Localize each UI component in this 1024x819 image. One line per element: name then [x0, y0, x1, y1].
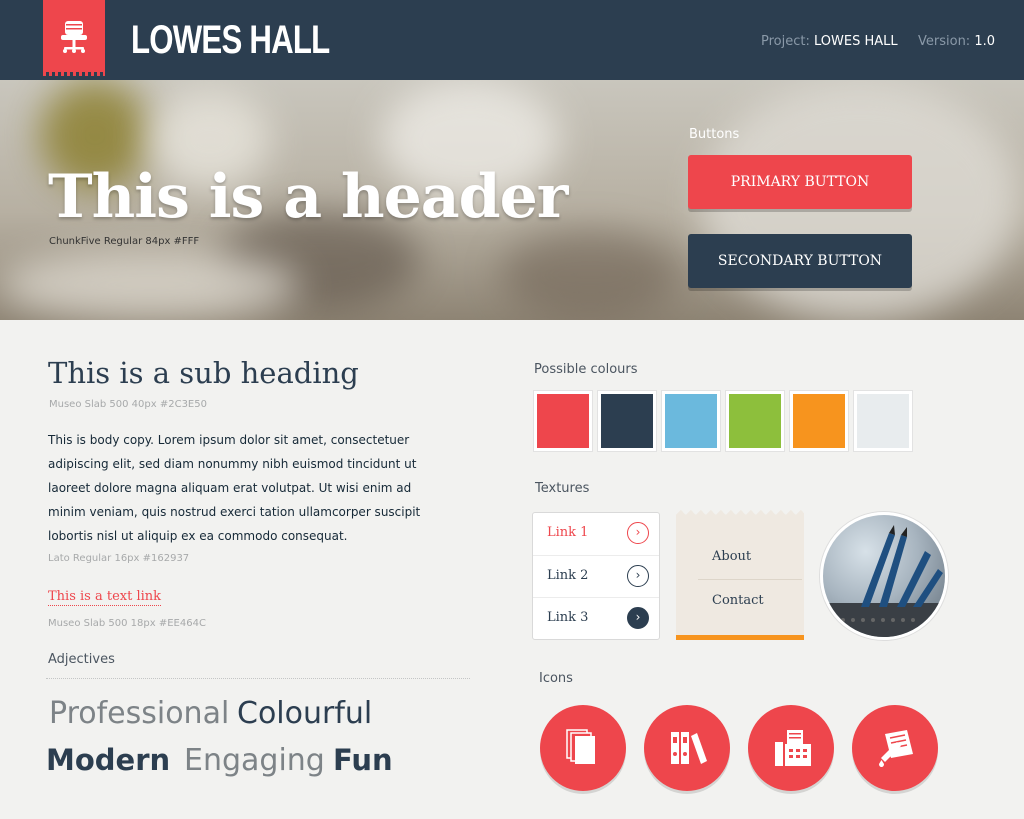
menu-item-contact[interactable]: Contact — [712, 593, 764, 608]
swatch-orange — [790, 391, 848, 451]
chevron-right-icon: › — [627, 522, 649, 544]
secondary-button[interactable]: SECONDARY BUTTON — [688, 234, 912, 288]
fax-icon-button[interactable] — [748, 705, 834, 791]
text-link[interactable]: This is a text link — [48, 589, 162, 606]
hero-header-caption: ChunkFive Regular 84px #FFF — [49, 236, 200, 247]
pencils-icon — [823, 525, 945, 637]
logo-badge[interactable] — [43, 0, 105, 76]
swatch-red — [534, 391, 592, 451]
textures-label: Textures — [535, 481, 590, 496]
adjective-professional: Professional — [49, 696, 230, 731]
icons-label: Icons — [539, 671, 573, 686]
chevron-right-icon: › — [627, 565, 649, 587]
adjective-modern: Modern — [46, 743, 171, 777]
swatch-blue — [662, 391, 720, 451]
hero-banner: This is a header ChunkFive Regular 84px … — [0, 80, 1024, 320]
brand-title: LOWES HALL — [131, 18, 330, 62]
body-copy-caption: Lato Regular 16px #162937 — [48, 553, 190, 564]
adjective-engaging: Engaging — [184, 743, 325, 778]
link-item-3[interactable]: Link 3 › — [533, 597, 659, 639]
swatch-light-grey — [854, 391, 912, 451]
primary-button[interactable]: PRIMARY BUTTON — [688, 155, 912, 209]
text-link-caption: Museo Slab 500 18px #EE464C — [48, 618, 206, 629]
pen-paper-icon — [879, 730, 913, 767]
link-item-1[interactable]: Link 1 › — [533, 513, 659, 555]
menu-item-about[interactable]: About — [712, 549, 751, 564]
swatch-green — [726, 391, 784, 451]
link-item-label: Link 2 — [547, 568, 589, 583]
version-value: 1.0 — [974, 34, 996, 49]
link-item-label: Link 1 — [547, 525, 589, 540]
binders-icon-button[interactable] — [644, 705, 730, 791]
sub-heading-caption: Museo Slab 500 40px #2C3E50 — [49, 399, 207, 410]
documents-icon-button[interactable] — [540, 705, 626, 791]
adjective-fun: Fun — [333, 743, 393, 777]
menu-divider — [698, 579, 802, 580]
project-label: Project: — [761, 34, 810, 49]
adjectives-divider — [46, 678, 470, 679]
binders-icon — [671, 732, 707, 764]
adjectives-label: Adjectives — [48, 652, 115, 667]
sub-heading: This is a sub heading — [48, 356, 359, 390]
chair-icon — [61, 21, 87, 53]
body-copy: This is body copy. Lorem ipsum dolor sit… — [48, 433, 421, 543]
adjective-colourful: Colourful — [237, 696, 373, 731]
fax-icon — [775, 730, 811, 766]
chevron-right-icon: › — [627, 607, 649, 629]
colours-label: Possible colours — [534, 362, 638, 377]
link-list: Link 1 › Link 2 › Link 3 › — [532, 512, 660, 640]
version-label: Version: — [918, 34, 971, 49]
version-info: Version: 1.0 — [918, 34, 995, 49]
buttons-section-label: Buttons — [689, 127, 740, 142]
pencils-photo — [820, 512, 948, 640]
hero-header-title: This is a header — [48, 162, 568, 232]
project-value: LOWES HALL — [814, 34, 898, 49]
link-item-2[interactable]: Link 2 › — [533, 555, 659, 597]
project-info: Project: LOWES HALL — [761, 34, 898, 49]
torn-paper-menu: About Contact — [676, 510, 804, 640]
pen-paper-icon-button[interactable] — [852, 705, 938, 791]
documents-icon — [566, 729, 595, 764]
swatch-navy — [598, 391, 656, 451]
top-bar: LOWES HALL Project: LOWES HALL Version: … — [0, 0, 1024, 80]
link-item-label: Link 3 — [547, 610, 589, 625]
